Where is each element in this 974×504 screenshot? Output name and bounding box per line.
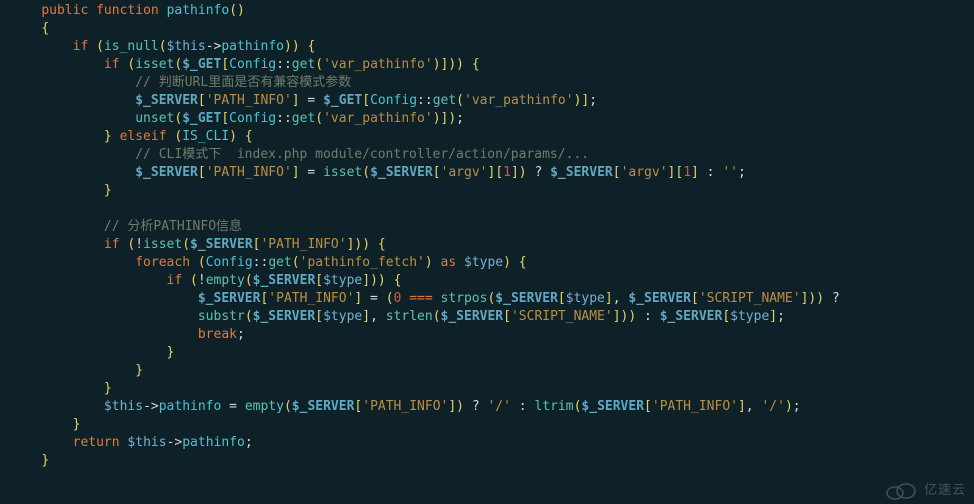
str: 'var_pathinfo' [464,93,574,108]
comment-line: // CLI模式下 index.php module/controller/ac… [135,147,589,162]
str: 'PATH_INFO' [206,165,292,180]
kw-elseif: elseif [120,129,167,144]
fn-ltrim: ltrim [534,399,573,414]
str: 'PATH_INFO' [260,237,346,252]
prop-pathinfo: pathinfo [182,435,245,450]
var-get: $_GET [182,111,221,126]
func-name: pathinfo [167,3,230,18]
str: 'PATH_INFO' [268,291,354,306]
var-server: $_SERVER [660,309,723,324]
var-server: $_SERVER [190,237,253,252]
cloud-icon [882,480,918,500]
var-type: $type [566,291,605,306]
str: 'var_pathinfo' [323,57,433,72]
kw-function: function [96,3,159,18]
kw-if: if [167,273,183,288]
var-get: $_GET [323,93,362,108]
cls-config: Config [370,93,417,108]
op-identical: === [409,291,432,306]
fn-isset: isset [323,165,362,180]
fn-empty: empty [245,399,284,414]
var-server: $_SERVER [292,399,355,414]
comment-line: // 判断URL里面是否有兼容模式参数 [135,75,351,90]
kw-return: return [73,435,120,450]
var-server: $_SERVER [628,291,691,306]
num: 0 [394,291,402,306]
var-server: $_SERVER [135,93,198,108]
str: '/' [761,399,784,414]
fn-get: get [292,57,315,72]
watermark-text: 亿速云 [924,481,966,499]
str-empty: '' [722,165,738,180]
var-server: $_SERVER [135,165,198,180]
prop-pathinfo: pathinfo [159,399,222,414]
fn-isset: isset [135,57,174,72]
cls-config: Config [206,255,253,270]
var-server: $_SERVER [441,309,504,324]
str: 'argv' [441,165,488,180]
var-type: $type [730,309,769,324]
prop-pathinfo: pathinfo [221,39,284,54]
var-server: $_SERVER [370,165,433,180]
cls-config: Config [229,111,276,126]
str: 'SCRIPT_NAME' [511,309,613,324]
var-type: $type [323,309,362,324]
fn-isset: isset [143,237,182,252]
kw-public: public [41,3,88,18]
fn-strlen: strlen [386,309,433,324]
str: 'PATH_INFO' [206,93,292,108]
brace-open: { [41,21,49,36]
fn-get: get [433,93,456,108]
var-type: $type [464,255,503,270]
str: 'PATH_INFO' [652,399,738,414]
str: 'pathinfo_fetch' [300,255,425,270]
var-this: $this [167,39,206,54]
var-this: $this [104,399,143,414]
fn-strpos: strpos [441,291,488,306]
var-server: $_SERVER [198,291,261,306]
str: '/' [487,399,510,414]
watermark: 亿速云 [882,480,966,500]
kw-break: break [198,327,237,342]
kw-if: if [104,57,120,72]
var-server: $_SERVER [253,309,316,324]
comment-line: // 分析PATHINFO信息 [104,219,242,234]
var-this: $this [127,435,166,450]
str: 'argv' [621,165,668,180]
var-server: $_SERVER [253,273,316,288]
fn-empty: empty [206,273,245,288]
kw-foreach: foreach [135,255,190,270]
fn-isnull: is_null [104,39,159,54]
var-server: $_SERVER [581,399,644,414]
var-server: $_SERVER [550,165,613,180]
fn-substr: substr [198,309,245,324]
code-block: public function pathinfo() { if (is_null… [0,0,974,470]
num: 1 [683,165,691,180]
fn-get: get [268,255,291,270]
var-server: $_SERVER [495,291,558,306]
fn-get: get [292,111,315,126]
fn-unset: unset [135,111,174,126]
var-get: $_GET [182,57,221,72]
const-iscli: IS_CLI [182,129,229,144]
str: 'PATH_INFO' [362,399,448,414]
kw-if: if [104,237,120,252]
str: 'var_pathinfo' [323,111,433,126]
num: 1 [503,165,511,180]
kw-as: as [441,255,457,270]
str: 'SCRIPT_NAME' [699,291,801,306]
cls-config: Config [229,57,276,72]
var-type: $type [323,273,362,288]
kw-if: if [73,39,89,54]
